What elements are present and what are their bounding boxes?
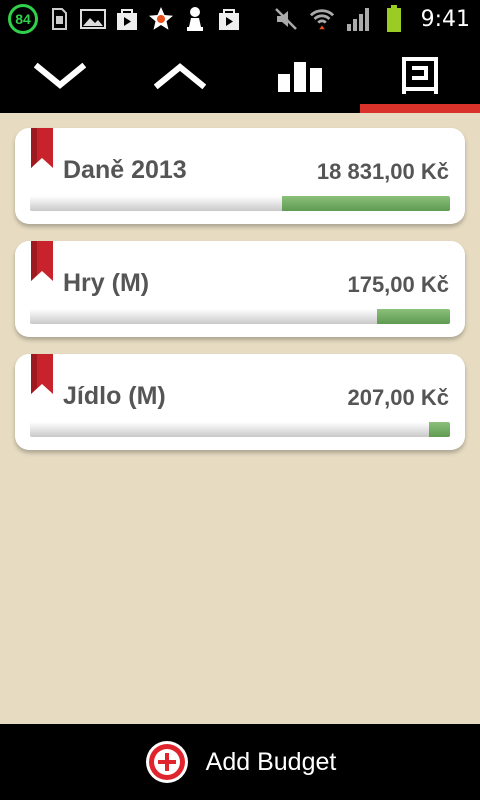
clock: 9:41	[420, 6, 470, 32]
image-icon	[80, 6, 106, 32]
collapse-all-button[interactable]	[0, 38, 120, 113]
budget-amount: 18 831,00 Kč	[316, 159, 449, 184]
play-store-icon	[216, 6, 242, 32]
battery-icon	[381, 5, 407, 32]
bookmark-icon	[31, 354, 53, 394]
add-circle-icon	[145, 741, 188, 783]
ledger-icon	[402, 56, 438, 94]
add-budget-label: Add Budget	[205, 747, 337, 776]
budget-view-button[interactable]	[360, 38, 480, 113]
budget-progress-track	[30, 196, 450, 211]
wifi-icon	[309, 6, 335, 32]
budget-name: Hry (M)	[63, 269, 150, 297]
bookmark-icon	[31, 128, 53, 168]
notification-icons: 84	[8, 4, 242, 34]
budget-card[interactable]: Daně 2013 18 831,00 Kč	[15, 128, 465, 224]
budget-amount: 175,00 Kč	[347, 272, 449, 297]
chevron-down-icon	[34, 62, 86, 89]
sd-card-icon	[46, 6, 72, 32]
budget-progress-track	[30, 309, 450, 324]
budget-amount: 207,00 Kč	[347, 385, 449, 410]
budget-card[interactable]: Jídlo (M) 207,00 Kč	[15, 354, 465, 450]
system-icons: 9:41	[273, 5, 470, 33]
notification-count-badge: 84	[8, 4, 38, 34]
chess-pawn-icon	[182, 6, 208, 32]
budget-progress-fill	[429, 422, 450, 437]
budget-name: Daně 2013	[63, 156, 187, 184]
star-icon	[148, 6, 174, 32]
budget-list: Daně 2013 18 831,00 Kč Hry (M) 175,00 Kč…	[15, 128, 465, 467]
play-store-icon	[114, 6, 140, 32]
chevron-up-icon	[154, 62, 206, 89]
bookmark-icon	[31, 241, 53, 281]
signal-icon	[345, 6, 371, 32]
budget-progress-track	[30, 422, 450, 437]
budget-progress-fill	[282, 196, 450, 211]
active-tab-indicator	[360, 104, 480, 113]
expand-all-button[interactable]	[120, 38, 240, 113]
statistics-button[interactable]	[240, 38, 360, 113]
status-bar: 84 9:41	[0, 0, 480, 38]
budget-progress-fill	[376, 309, 450, 324]
add-budget-button[interactable]: Add Budget	[0, 724, 480, 800]
bar-chart-icon	[278, 61, 322, 92]
budget-card[interactable]: Hry (M) 175,00 Kč	[15, 241, 465, 337]
budget-name: Jídlo (M)	[63, 382, 166, 410]
mute-icon	[273, 6, 299, 32]
action-toolbar	[0, 38, 480, 113]
